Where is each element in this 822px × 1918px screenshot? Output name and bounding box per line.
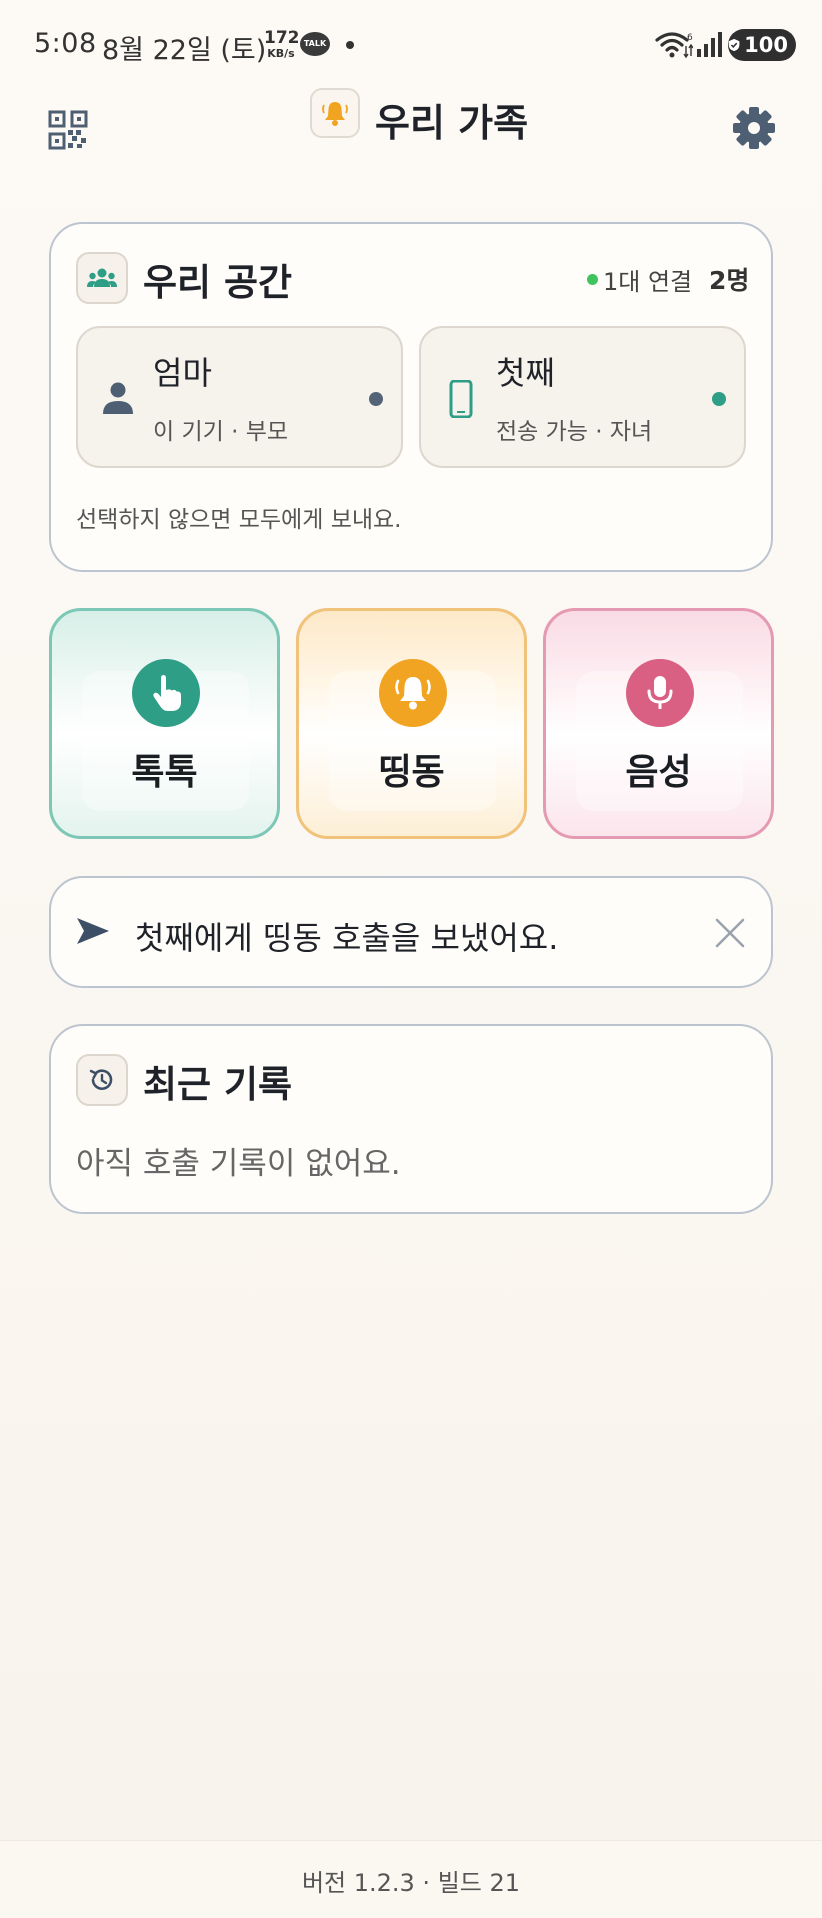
battery-indicator: 100 bbox=[728, 29, 796, 61]
connection-status-dot bbox=[587, 274, 598, 285]
member-role: 이 기기 · 부모 bbox=[153, 419, 289, 445]
dingdong-button[interactable]: 띵동 bbox=[296, 608, 527, 839]
member-card-first-child[interactable]: 첫째 전송 가능 · 자녀 bbox=[419, 326, 746, 468]
member-name: 첫째 bbox=[496, 354, 555, 392]
toktok-button[interactable]: 톡톡 bbox=[49, 608, 280, 839]
talk-notification-icon: TALK bbox=[300, 32, 330, 56]
status-bar: 5:08 8월 22일 (토) 172 KB/s TALK 6 100 bbox=[0, 0, 822, 88]
tap-hand-icon bbox=[153, 675, 181, 711]
app-logo bbox=[310, 88, 360, 138]
member-count: 2명 bbox=[709, 266, 750, 295]
member-status-dot bbox=[712, 392, 726, 406]
gear-icon[interactable] bbox=[730, 104, 778, 152]
group-icon bbox=[87, 268, 117, 287]
person-icon bbox=[103, 382, 133, 414]
space-hint: 선택하지 않으면 모두에게 보내요. bbox=[76, 507, 402, 533]
phone-icon bbox=[449, 380, 473, 418]
microphone-icon bbox=[647, 676, 673, 709]
voice-button[interactable]: 음성 bbox=[543, 608, 774, 839]
status-time: 5:08 bbox=[34, 28, 97, 59]
bell-icon bbox=[322, 102, 348, 126]
network-speed-value: 172 bbox=[264, 28, 300, 48]
member-status-dot bbox=[369, 392, 383, 406]
send-icon bbox=[77, 918, 109, 944]
microphone-icon-circle bbox=[626, 659, 694, 727]
member-name: 엄마 bbox=[153, 354, 212, 392]
status-date: 8월 22일 (토) bbox=[102, 35, 267, 66]
page-title: 우리 가족 bbox=[375, 101, 529, 145]
family-space-card: 우리 공간 1대 연결 2명 엄마 이 기기 · 부모 첫째 전송 가능 · 자… bbox=[49, 222, 773, 572]
recent-history-card: 최근 기록 아직 호출 기록이 없어요. bbox=[49, 1024, 773, 1214]
dingdong-label: 띵동 bbox=[378, 752, 445, 793]
recent-history-title: 최근 기록 bbox=[143, 1063, 293, 1106]
toktok-label: 톡톡 bbox=[131, 752, 198, 793]
history-icon-box bbox=[76, 1054, 128, 1106]
space-title: 우리 공간 bbox=[143, 261, 293, 304]
qr-code-icon[interactable] bbox=[48, 110, 88, 150]
member-card-mom[interactable]: 엄마 이 기기 · 부모 bbox=[76, 326, 403, 468]
shield-icon bbox=[728, 38, 740, 52]
version-info: 버전 1.2.3 · 빌드 21 bbox=[301, 1869, 521, 1897]
footer: 버전 1.2.3 · 빌드 21 bbox=[0, 1840, 822, 1918]
close-icon[interactable] bbox=[713, 916, 747, 950]
bell-icon-circle bbox=[379, 659, 447, 727]
group-icon-box bbox=[76, 252, 128, 304]
network-speed-unit: KB/s bbox=[267, 47, 295, 60]
wifi-icon: 6 bbox=[655, 32, 693, 59]
member-role: 전송 가능 · 자녀 bbox=[496, 419, 653, 445]
app-header: 우리 가족 bbox=[0, 84, 822, 174]
bell-icon bbox=[395, 677, 431, 710]
more-notifications-dot bbox=[346, 41, 354, 49]
status-message-banner: 첫째에게 띵동 호출을 보냈어요. bbox=[49, 876, 773, 988]
connection-status: 1대 연결 bbox=[603, 268, 693, 296]
signal-icon bbox=[697, 32, 722, 57]
svg-text:6: 6 bbox=[687, 33, 693, 43]
history-icon bbox=[89, 1069, 113, 1090]
voice-label: 음성 bbox=[625, 752, 692, 793]
network-speed: 172 KB/s bbox=[264, 28, 300, 60]
battery-level: 100 bbox=[744, 33, 788, 57]
tap-hand-icon-circle bbox=[132, 659, 200, 727]
recent-history-empty: 아직 호출 기록이 없어요. bbox=[76, 1146, 401, 1182]
status-message-text: 첫째에게 띵동 호출을 보냈어요. bbox=[135, 919, 559, 957]
